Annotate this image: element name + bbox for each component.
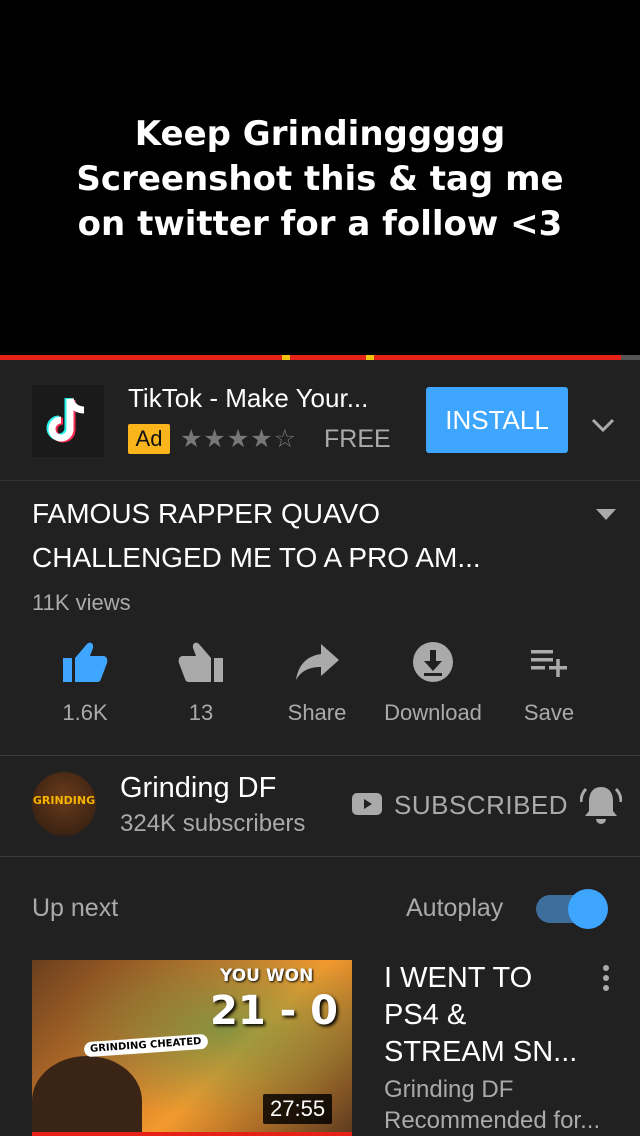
autoplay-toggle-knob[interactable] [568, 889, 608, 929]
dislike-button[interactable]: 13 [146, 640, 256, 726]
autoplay-label: Autoplay [406, 894, 504, 922]
tiktok-app-icon[interactable] [32, 385, 104, 457]
watched-progress [32, 1132, 352, 1136]
avatar-logo-text: GRINDING [32, 794, 96, 807]
dislike-count: 13 [188, 700, 214, 725]
notification-bell-icon[interactable] [579, 783, 623, 832]
share-button[interactable]: Share [262, 640, 372, 726]
caption-line-1: Keep Grindinggggg [134, 114, 506, 154]
more-options-icon[interactable] [598, 964, 614, 999]
chevron-down-icon[interactable] [590, 412, 616, 438]
divider [0, 856, 640, 857]
recommended-channel: Grinding DF [384, 1076, 514, 1103]
thumbnail-won-text: YOU WON [220, 966, 314, 986]
up-next-heading: Up next [32, 894, 119, 922]
recommended-meta: Recommended for... [384, 1107, 601, 1134]
thumbs-up-icon [63, 642, 108, 682]
divider [0, 755, 640, 756]
caption-line-3: on twitter for a follow <3 [77, 204, 563, 244]
video-caption: Keep Grindinggggg Screenshot this & tag … [0, 112, 640, 247]
download-icon [413, 642, 453, 682]
channel-avatar[interactable]: GRINDING [32, 772, 96, 836]
like-count: 1.6K [62, 700, 108, 725]
thumbnail-score: 21 - 0 [210, 988, 338, 1034]
thumbnail-face [32, 1056, 142, 1136]
channel-name[interactable]: Grinding DF [120, 772, 276, 805]
download-label: Download [384, 700, 482, 725]
subscriber-count: 324K subscribers [120, 810, 306, 837]
share-label: Share [287, 700, 347, 725]
view-count: 11K views [32, 590, 131, 615]
star-rating: ★★★★☆ [180, 425, 298, 453]
youtube-play-icon [352, 793, 382, 820]
save-button[interactable]: Save [494, 640, 604, 726]
thumbs-down-icon [178, 642, 223, 682]
playlist-add-icon [531, 650, 567, 677]
like-button[interactable]: 1.6K [30, 640, 140, 726]
ad-badge: Ad [128, 424, 170, 454]
install-button[interactable]: INSTALL [426, 387, 568, 453]
save-label: Save [523, 700, 575, 725]
expand-description-icon[interactable] [596, 508, 616, 526]
video-duration: 27:55 [263, 1094, 333, 1124]
video-title[interactable]: FAMOUS RAPPER QUAVO CHALLENGED ME TO A P… [32, 492, 572, 580]
ad-price: FREE [324, 425, 391, 453]
caption-line-2: Screenshot this & tag me [76, 159, 564, 199]
ad-title[interactable]: TikTok - Make Your... [128, 383, 368, 414]
video-player[interactable]: Keep Grindinggggg Screenshot this & tag … [0, 0, 640, 360]
download-button[interactable]: Download [378, 640, 488, 726]
subscribed-button[interactable]: SUBSCRIBED [394, 790, 568, 821]
share-icon [296, 644, 339, 680]
recommended-video-title[interactable]: I WENT TO PS4 & STREAM SN... [384, 960, 594, 1071]
